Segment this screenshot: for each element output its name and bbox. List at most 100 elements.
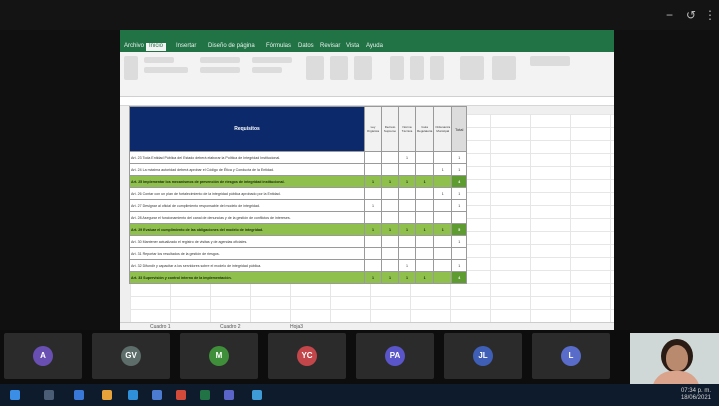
mark-cell[interactable] bbox=[414, 187, 435, 200]
mark-cell[interactable]: 1 bbox=[364, 271, 382, 284]
participant-video-tile[interactable] bbox=[630, 333, 719, 387]
total-cell[interactable]: 1 bbox=[451, 235, 468, 248]
merge-button[interactable] bbox=[200, 67, 240, 73]
app-icon[interactable] bbox=[252, 390, 262, 400]
mark-cell[interactable] bbox=[414, 151, 435, 164]
tab-formulas[interactable]: Fórmulas bbox=[266, 43, 291, 51]
mark-cell[interactable] bbox=[398, 211, 416, 224]
requirement-text[interactable]: Art. 27 Designar al oficial de cumplimie… bbox=[129, 199, 365, 212]
number-buttons[interactable] bbox=[252, 67, 282, 73]
participant-tile[interactable]: A bbox=[4, 333, 82, 379]
total-cell[interactable]: 4 bbox=[451, 175, 468, 188]
conditional-format-button[interactable] bbox=[306, 56, 324, 80]
requirement-text[interactable]: Art. 31 Reportar los resultados de la ge… bbox=[129, 247, 365, 260]
total-cell[interactable]: 1 bbox=[451, 199, 468, 212]
requirement-text[interactable]: Art. 23 Toda Entidad Pública del Estado … bbox=[129, 151, 365, 164]
mark-cell[interactable] bbox=[364, 247, 382, 260]
mark-cell[interactable] bbox=[364, 211, 382, 224]
edge-icon[interactable] bbox=[74, 390, 84, 400]
formula-bar[interactable] bbox=[120, 97, 614, 106]
mark-cell[interactable] bbox=[414, 163, 435, 176]
mark-cell[interactable] bbox=[433, 235, 453, 248]
mark-cell[interactable] bbox=[398, 199, 416, 212]
mark-cell[interactable] bbox=[398, 163, 416, 176]
mail-icon[interactable] bbox=[128, 390, 138, 400]
file-explorer-icon[interactable] bbox=[102, 390, 112, 400]
participant-tile[interactable]: JL bbox=[444, 333, 522, 379]
participant-tile[interactable]: M bbox=[180, 333, 258, 379]
mark-cell[interactable] bbox=[433, 151, 453, 164]
total-cell[interactable]: 5 bbox=[451, 223, 468, 236]
mark-cell[interactable] bbox=[398, 247, 416, 260]
mark-cell[interactable] bbox=[364, 235, 382, 248]
mark-cell[interactable]: 1 bbox=[398, 259, 416, 272]
mark-cell[interactable] bbox=[414, 235, 435, 248]
total-cell[interactable]: 4 bbox=[451, 271, 468, 284]
mark-cell[interactable] bbox=[381, 151, 399, 164]
font-name-select[interactable] bbox=[144, 57, 174, 63]
total-cell[interactable]: 1 bbox=[451, 163, 468, 176]
mark-cell[interactable]: 1 bbox=[398, 151, 416, 164]
mark-cell[interactable] bbox=[381, 163, 399, 176]
total-cell[interactable] bbox=[451, 211, 468, 224]
mark-cell[interactable] bbox=[381, 199, 399, 212]
mark-cell[interactable]: 1 bbox=[398, 175, 416, 188]
mark-cell[interactable]: 1 bbox=[414, 175, 435, 188]
mark-cell[interactable]: 1 bbox=[381, 175, 399, 188]
mark-cell[interactable] bbox=[414, 199, 435, 212]
tab-insert[interactable]: Insertar bbox=[176, 43, 196, 51]
mark-cell[interactable] bbox=[381, 259, 399, 272]
total-cell[interactable]: 1 bbox=[451, 187, 468, 200]
requirement-text[interactable]: Art. 24 La máxima autoridad deberá aprob… bbox=[129, 163, 365, 176]
insert-cells-button[interactable] bbox=[390, 56, 404, 80]
participant-tile[interactable]: L bbox=[532, 333, 610, 379]
requirement-text[interactable]: Art. 29 Evaluar el cumplimiento de las o… bbox=[129, 223, 365, 236]
participant-tile[interactable]: YC bbox=[268, 333, 346, 379]
sort-filter-button[interactable] bbox=[460, 56, 484, 80]
total-cell[interactable] bbox=[451, 247, 468, 260]
number-format-select[interactable] bbox=[252, 57, 292, 63]
mark-cell[interactable] bbox=[433, 271, 453, 284]
mark-cell[interactable]: 1 bbox=[433, 223, 453, 236]
paste-button[interactable] bbox=[124, 56, 138, 80]
mark-cell[interactable] bbox=[398, 187, 416, 200]
delete-cells-button[interactable] bbox=[410, 56, 424, 80]
mark-cell[interactable] bbox=[398, 235, 416, 248]
total-cell[interactable]: 1 bbox=[451, 151, 468, 164]
tab-data[interactable]: Datos bbox=[298, 43, 314, 51]
tab-review[interactable]: Revisar bbox=[320, 43, 340, 51]
mark-cell[interactable]: 1 bbox=[414, 223, 435, 236]
mark-cell[interactable]: 1 bbox=[381, 271, 399, 284]
tab-help[interactable]: Ayuda bbox=[366, 43, 383, 51]
autosum-button[interactable] bbox=[530, 56, 570, 66]
alignment-buttons[interactable] bbox=[200, 57, 240, 63]
tab-view[interactable]: Vista bbox=[346, 43, 359, 51]
mark-cell[interactable] bbox=[433, 259, 453, 272]
mark-cell[interactable]: 1 bbox=[364, 175, 382, 188]
mark-cell[interactable] bbox=[364, 163, 382, 176]
mark-cell[interactable] bbox=[433, 211, 453, 224]
store-icon[interactable] bbox=[152, 390, 162, 400]
requirement-text[interactable]: Art. 26 Contar con un plan de fortalecim… bbox=[129, 187, 365, 200]
requirement-text[interactable]: Art. 33 Supervisión y control interno de… bbox=[129, 271, 365, 284]
requirement-text[interactable]: Art. 30 Mantener actualizado el registro… bbox=[129, 235, 365, 248]
participant-tile[interactable]: PA bbox=[356, 333, 434, 379]
teams-icon[interactable] bbox=[224, 390, 234, 400]
mark-cell[interactable]: 1 bbox=[364, 199, 382, 212]
task-view-icon[interactable] bbox=[44, 390, 54, 400]
mark-cell[interactable] bbox=[433, 175, 453, 188]
mark-cell[interactable] bbox=[381, 187, 399, 200]
mark-cell[interactable]: 1 bbox=[414, 271, 435, 284]
mark-cell[interactable]: 1 bbox=[364, 223, 382, 236]
mark-cell[interactable] bbox=[381, 235, 399, 248]
start-icon[interactable] bbox=[10, 390, 20, 400]
tab-file[interactable]: Archivo bbox=[124, 43, 144, 51]
mark-cell[interactable] bbox=[414, 211, 435, 224]
minimize-icon[interactable]: − bbox=[666, 8, 673, 22]
participant-tile[interactable]: GV bbox=[92, 333, 170, 379]
restore-icon[interactable]: ↺ bbox=[686, 8, 696, 22]
mark-cell[interactable] bbox=[364, 187, 382, 200]
total-cell[interactable]: 1 bbox=[451, 259, 468, 272]
mark-cell[interactable] bbox=[414, 259, 435, 272]
excel-icon[interactable] bbox=[200, 390, 210, 400]
